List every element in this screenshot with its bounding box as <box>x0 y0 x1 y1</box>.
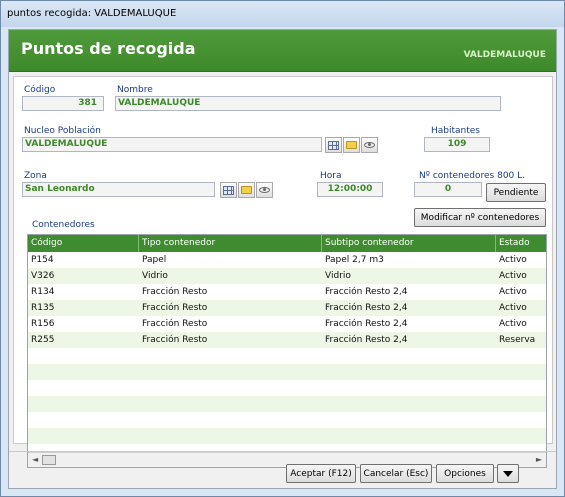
col-header-estado[interactable]: Estado <box>496 235 546 252</box>
nucleo-grid-button[interactable] <box>325 137 342 153</box>
table-cell: Fracción Resto <box>142 287 208 297</box>
folder-icon <box>346 141 357 149</box>
table-row[interactable]: R255 Fracción Resto Fracción Resto 2,4 Rese… <box>28 332 546 348</box>
dialog-window: puntos recogida: VALDEMALUQUE Puntos de … <box>0 0 565 497</box>
table-row[interactable]: R156 Fracción Resto Fracción Resto 2,4 Acti… <box>28 316 546 332</box>
opciones-button[interactable]: Opciones <box>436 464 494 483</box>
habitantes-label: Habitantes <box>431 126 480 136</box>
pendiente-button[interactable]: Pendiente <box>486 183 546 202</box>
table-cell: Activo <box>499 287 527 297</box>
footer-divider <box>9 451 556 452</box>
table-cell: Activo <box>499 255 527 265</box>
table-cell: Activo <box>499 319 527 329</box>
table-cell: Vidrio <box>142 271 168 281</box>
hora-label: Hora <box>320 171 342 181</box>
table-cell: R255 <box>31 335 55 345</box>
dropdown-arrow-icon <box>503 470 513 477</box>
table-row[interactable] <box>28 412 546 428</box>
table-header: Código Tipo contenedor Subtipo contenedo… <box>28 235 546 252</box>
table-cell: Fracción Resto 2,4 <box>325 319 408 329</box>
scroll-right-icon[interactable]: ► <box>536 455 542 464</box>
table-cell: Fracción Resto <box>142 319 208 329</box>
table-cell: R156 <box>31 319 55 329</box>
table-cell: V326 <box>31 271 55 281</box>
table-cell: Reserva <box>499 335 536 345</box>
table-cell: Fracción Resto <box>142 303 208 313</box>
zona-folder-button[interactable] <box>238 182 255 198</box>
folder-icon <box>241 186 252 194</box>
banner-subtitle: VALDEMALUQUE <box>463 50 546 60</box>
table-cell: Papel <box>142 255 167 265</box>
grid-icon <box>223 185 234 195</box>
banner-title: Puntos de recogida <box>21 39 196 58</box>
table-row[interactable] <box>28 396 546 412</box>
table-cell: Papel 2,7 m3 <box>325 255 384 265</box>
aceptar-button[interactable]: Aceptar (F12) <box>286 464 356 483</box>
contenedores800-field[interactable]: 0 <box>414 182 482 197</box>
eye-icon <box>259 187 270 193</box>
opciones-dropdown-button[interactable] <box>497 464 519 483</box>
contenedores800-label: Nº contenedores 800 L. <box>419 171 526 181</box>
zona-label: Zona <box>24 171 47 181</box>
table-cell: Activo <box>499 271 527 281</box>
contenedores-label: Contenedores <box>32 220 95 230</box>
table-row[interactable] <box>28 364 546 380</box>
nucleo-folder-button[interactable] <box>343 137 360 153</box>
col-header-tipo[interactable]: Tipo contenedor <box>139 235 322 252</box>
table-cell: Fracción Resto <box>142 335 208 345</box>
cancelar-button[interactable]: Cancelar (Esc) <box>360 464 432 483</box>
table-row[interactable]: V326 Vidrio Vidrio Activo <box>28 268 546 284</box>
col-header-subtipo[interactable]: Subtipo contenedor <box>322 235 496 252</box>
scroll-thumb[interactable] <box>42 455 56 465</box>
codigo-field[interactable]: 381 <box>22 96 104 111</box>
table-cell: Fracción Resto 2,4 <box>325 303 408 313</box>
table-cell: P154 <box>31 255 54 265</box>
header-banner: Puntos de recogida VALDEMALUQUE <box>9 30 556 72</box>
table-cell: R134 <box>31 287 55 297</box>
table-row[interactable] <box>28 428 546 444</box>
nombre-field[interactable]: VALDEMALUQUE <box>115 96 501 111</box>
zona-view-button[interactable] <box>256 182 273 198</box>
hora-field[interactable]: 12:00:00 <box>317 182 383 197</box>
grid-icon <box>328 140 339 150</box>
nucleo-field[interactable]: VALDEMALUQUE <box>22 137 322 152</box>
title-bar[interactable]: puntos recogida: VALDEMALUQUE <box>1 1 564 27</box>
modificar-contenedores-button[interactable]: Modificar nº contenedores <box>414 208 546 227</box>
contenedores-table: Código Tipo contenedor Subtipo contenedo… <box>27 234 547 468</box>
zona-field[interactable]: San Leonardo <box>22 182 215 197</box>
scroll-left-icon[interactable]: ◄ <box>32 455 38 464</box>
window-title: puntos recogida: VALDEMALUQUE <box>7 8 177 19</box>
table-row[interactable]: R135 Fracción Resto Fracción Resto 2,4 Acti… <box>28 300 546 316</box>
table-cell: Vidrio <box>325 271 351 281</box>
table-cell: Fracción Resto 2,4 <box>325 335 408 345</box>
codigo-label: Código <box>24 85 56 95</box>
eye-icon <box>364 142 375 148</box>
table-row[interactable] <box>28 348 546 364</box>
table-row[interactable]: P154 Papel Papel 2,7 m3 Activo <box>28 252 546 268</box>
col-header-codigo[interactable]: Código <box>28 235 139 252</box>
dialog-client-area: Puntos de recogida VALDEMALUQUE Código 3… <box>8 29 557 489</box>
zona-grid-button[interactable] <box>220 182 237 198</box>
nombre-label: Nombre <box>117 85 153 95</box>
habitantes-field[interactable]: 109 <box>424 137 490 152</box>
nucleo-label: Nucleo Población <box>24 126 101 136</box>
nucleo-view-button[interactable] <box>361 137 378 153</box>
table-cell: R135 <box>31 303 55 313</box>
table-row[interactable] <box>28 380 546 396</box>
table-cell: Activo <box>499 303 527 313</box>
table-row[interactable]: R134 Fracción Resto Fracción Resto 2,4 Acti… <box>28 284 546 300</box>
table-cell: Fracción Resto 2,4 <box>325 287 408 297</box>
